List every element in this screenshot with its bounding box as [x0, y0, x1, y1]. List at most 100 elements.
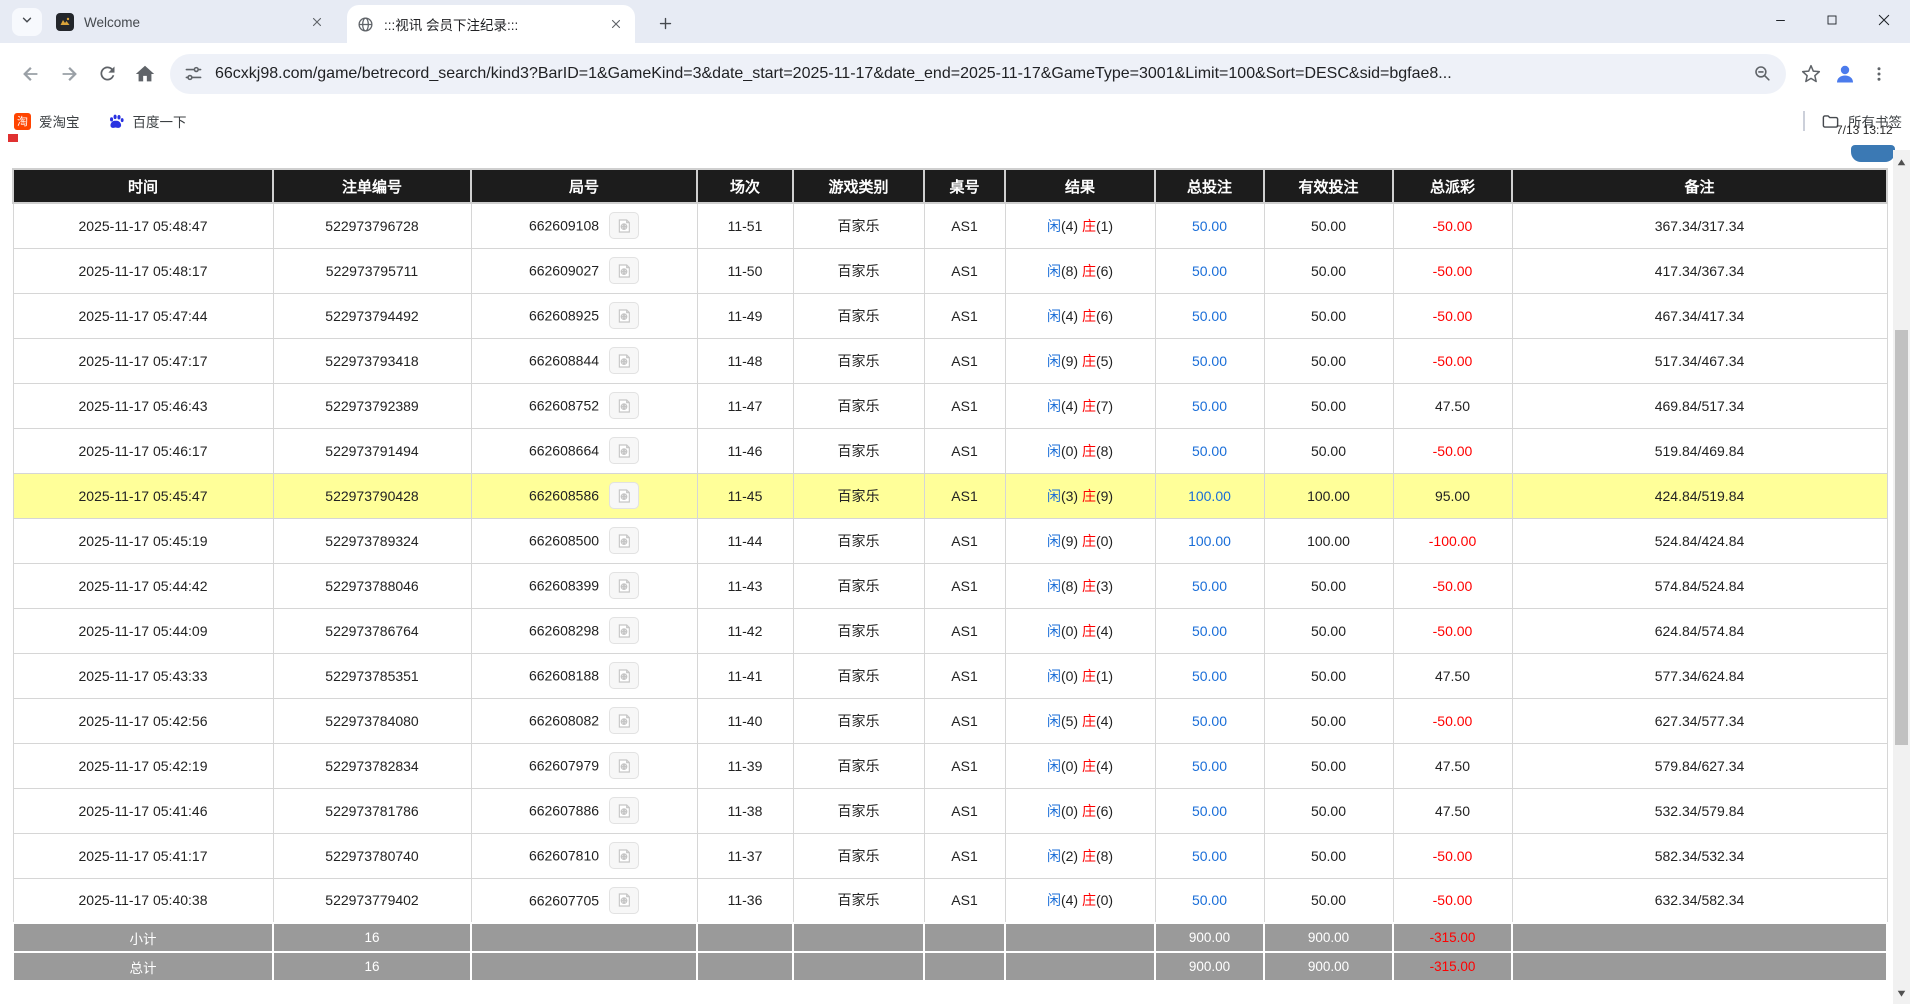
video-replay-button[interactable]	[609, 212, 639, 239]
table-row: 2025-11-17 05:46:43522973792389662608752…	[13, 383, 1887, 428]
menu-dots-icon[interactable]	[1860, 55, 1898, 93]
video-replay-button[interactable]	[609, 797, 639, 824]
total-bet-link[interactable]: 50.00	[1192, 803, 1227, 819]
video-replay-button[interactable]	[609, 482, 639, 509]
cell-valid-bet: 50.00	[1264, 203, 1393, 248]
close-tab-icon[interactable]	[607, 15, 625, 33]
cell-session: 11-42	[697, 608, 793, 653]
cell-remark: 632.34/582.34	[1512, 878, 1887, 923]
total-bet-link[interactable]: 50.00	[1192, 308, 1227, 324]
cell-table-no: AS1	[924, 653, 1005, 698]
table-header-row: 时间注单编号局号场次游戏类别桌号结果总投注有效投注总派彩备注	[13, 169, 1887, 203]
total-bet-link[interactable]: 50.00	[1192, 218, 1227, 234]
total-bet-link[interactable]: 50.00	[1192, 353, 1227, 369]
minimize-button[interactable]	[1754, 0, 1806, 40]
zoom-indicator-icon[interactable]	[1753, 64, 1772, 83]
cell-remark: 417.34/367.34	[1512, 248, 1887, 293]
cell-session: 11-37	[697, 833, 793, 878]
banker-score: (7)	[1096, 398, 1113, 414]
banker-label: 庄	[1082, 443, 1096, 459]
video-replay-button[interactable]	[609, 572, 639, 599]
cell-table-no: AS1	[924, 383, 1005, 428]
cell-game-type: 百家乐	[793, 653, 924, 698]
video-replay-button[interactable]	[609, 437, 639, 464]
tab-search-button[interactable]	[12, 8, 42, 36]
page-content: 7/13 13:12 时间注单编号局号场次游戏类别桌号结果总投注有效投注总派彩备…	[0, 138, 1910, 1004]
total-bet-link[interactable]: 50.00	[1192, 623, 1227, 639]
video-replay-button[interactable]	[609, 707, 639, 734]
video-replay-button[interactable]	[609, 617, 639, 644]
cell-total-bet: 50.00	[1155, 833, 1264, 878]
cell-table-no: AS1	[924, 563, 1005, 608]
video-replay-button[interactable]	[609, 662, 639, 689]
player-score: (2)	[1061, 848, 1082, 864]
close-window-button[interactable]	[1858, 0, 1910, 40]
total-bet-link[interactable]: 50.00	[1192, 713, 1227, 729]
bookmark-aitaobao[interactable]: 淘 爱淘宝	[14, 111, 80, 131]
reload-button[interactable]	[88, 55, 126, 93]
new-tab-button[interactable]	[652, 10, 678, 36]
bookmark-star-icon[interactable]	[1792, 55, 1830, 93]
scrollbar-thumb[interactable]	[1895, 330, 1908, 745]
payout-value: -50.00	[1433, 443, 1473, 459]
video-replay-button[interactable]	[609, 392, 639, 419]
sum-cell-total-bet: 900.00	[1155, 923, 1264, 952]
total-bet-link[interactable]: 50.00	[1192, 263, 1227, 279]
url-text[interactable]: 66cxkj98.com/game/betrecord_search/kind3…	[215, 65, 1743, 83]
total-bet-link[interactable]: 50.00	[1192, 848, 1227, 864]
banker-label: 庄	[1082, 713, 1096, 729]
cell-game-type: 百家乐	[793, 383, 924, 428]
total-bet-link[interactable]: 100.00	[1188, 533, 1231, 549]
total-bet-link[interactable]: 100.00	[1188, 488, 1231, 504]
player-label: 闲	[1047, 713, 1061, 729]
page-scrollbar[interactable]	[1893, 150, 1910, 1004]
profile-avatar-icon[interactable]	[1830, 59, 1860, 89]
cell-remark: 577.34/624.84	[1512, 653, 1887, 698]
player-score: (0)	[1061, 803, 1082, 819]
total-bet-link[interactable]: 50.00	[1192, 398, 1227, 414]
cell-remark: 424.84/519.84	[1512, 473, 1887, 518]
video-replay-button[interactable]	[609, 347, 639, 374]
video-replay-button[interactable]	[609, 257, 639, 284]
bookmark-baidu[interactable]: 百度一下	[108, 111, 187, 131]
scrollbar-down-arrow-icon[interactable]	[1893, 985, 1910, 1002]
cell-total-bet: 100.00	[1155, 473, 1264, 518]
blue-pill-button[interactable]	[1851, 145, 1895, 162]
cell-session: 11-39	[697, 743, 793, 788]
cell-bet-id: 522973796728	[273, 203, 471, 248]
video-replay-button[interactable]	[609, 752, 639, 779]
tab-welcome[interactable]: Welcome	[46, 7, 336, 37]
total-bet-link[interactable]: 50.00	[1192, 668, 1227, 684]
sum-cell-total-bet: 900.00	[1155, 952, 1264, 981]
banker-score: (5)	[1096, 353, 1113, 369]
banker-label: 庄	[1082, 848, 1096, 864]
total-bet-link[interactable]: 50.00	[1192, 892, 1227, 908]
video-replay-button[interactable]	[609, 887, 639, 914]
video-replay-button[interactable]	[609, 302, 639, 329]
scrollbar-up-arrow-icon[interactable]	[1893, 154, 1910, 171]
tab-bet-record[interactable]: :::视讯 会员下注纪录:::	[347, 5, 635, 43]
video-replay-button[interactable]	[609, 527, 639, 554]
cell-valid-bet: 50.00	[1264, 698, 1393, 743]
cell-table-no: AS1	[924, 878, 1005, 923]
col-header-bet-id: 注单编号	[273, 169, 471, 203]
address-bar[interactable]: 66cxkj98.com/game/betrecord_search/kind3…	[170, 54, 1786, 94]
home-button[interactable]	[126, 55, 164, 93]
total-bet-link[interactable]: 50.00	[1192, 443, 1227, 459]
site-info-icon[interactable]	[184, 64, 203, 83]
film-icon	[616, 623, 632, 639]
maximize-button[interactable]	[1806, 0, 1858, 40]
cell-bet-id: 522973791494	[273, 428, 471, 473]
payout-value: 47.50	[1435, 803, 1470, 819]
table-row: 2025-11-17 05:48:17522973795711662609027…	[13, 248, 1887, 293]
forward-button[interactable]	[50, 55, 88, 93]
video-replay-button[interactable]	[609, 842, 639, 869]
close-tab-icon[interactable]	[308, 13, 326, 31]
table-row: 2025-11-17 05:40:38522973779402662607705…	[13, 878, 1887, 923]
film-icon	[616, 398, 632, 414]
back-button[interactable]	[12, 55, 50, 93]
total-bet-link[interactable]: 50.00	[1192, 578, 1227, 594]
cell-result: 闲(5) 庄(4)	[1005, 698, 1155, 743]
total-bet-link[interactable]: 50.00	[1192, 758, 1227, 774]
cell-table-no: AS1	[924, 698, 1005, 743]
